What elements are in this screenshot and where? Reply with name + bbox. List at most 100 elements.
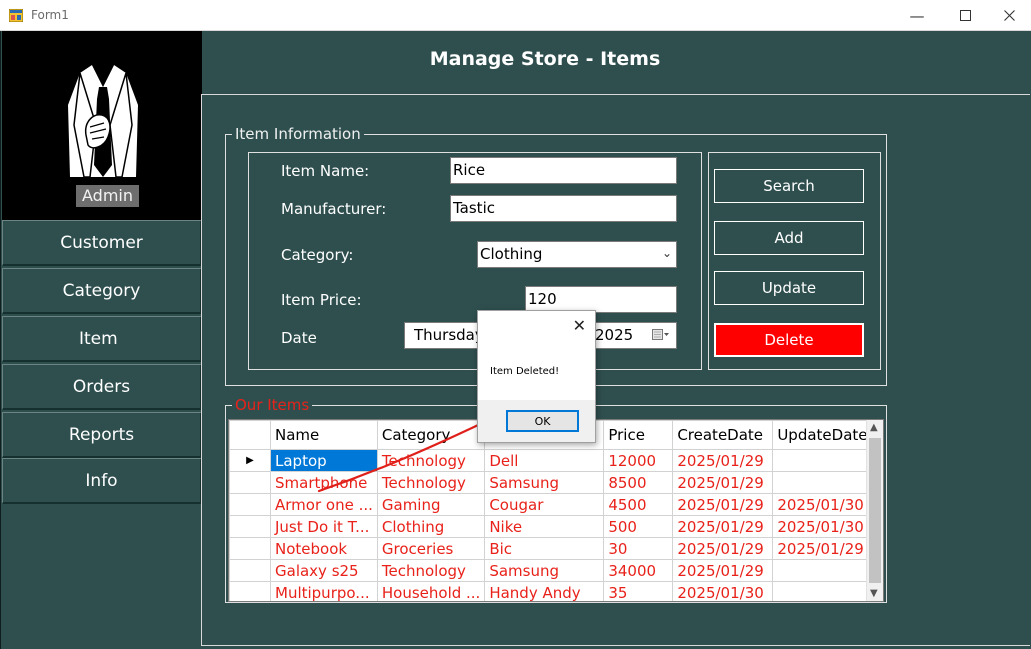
page-title: Manage Store - Items — [429, 48, 661, 70]
table-cell[interactable]: 2025/01/29 — [772, 537, 874, 560]
table-cell[interactable]: 2025/01/29 — [672, 493, 774, 516]
minimize-button[interactable]: — — [894, 0, 940, 31]
table-cell[interactable]: 4500 — [603, 493, 674, 516]
table-cell[interactable]: 2025/01/30 — [772, 493, 874, 516]
delete-button[interactable]: Delete — [714, 323, 864, 357]
table-cell[interactable]: Technology — [376, 559, 486, 582]
table-cell[interactable]: Clothing — [376, 515, 486, 538]
sidebar-item-category[interactable]: Category — [2, 268, 202, 314]
row-selector[interactable] — [229, 471, 271, 494]
column-header-createdate[interactable]: CreateDate — [672, 420, 774, 450]
table-cell[interactable]: Gaming — [376, 493, 486, 516]
table-row[interactable]: ▶ Laptop Technology Dell 12000 2025/01/2… — [229, 449, 874, 472]
table-cell[interactable] — [772, 449, 874, 472]
column-header-price[interactable]: Price — [603, 420, 674, 450]
table-row[interactable]: Multipurpo... Household ... Handy Andy 3… — [229, 581, 874, 601]
table-cell[interactable] — [772, 581, 874, 601]
table-cell[interactable]: Laptop — [270, 449, 378, 472]
table-cell[interactable]: 30 — [603, 537, 674, 560]
table-cell[interactable]: Multipurpo... — [270, 581, 378, 601]
table-cell[interactable]: 34000 — [603, 559, 674, 582]
table-cell[interactable]: 2025/01/30 — [772, 515, 874, 538]
table-cell[interactable]: Dell — [484, 449, 605, 472]
grid-vertical-scrollbar[interactable]: ▲ ▼ — [866, 420, 883, 601]
column-header-category[interactable]: Category — [376, 420, 486, 450]
sidebar-item-label: Item — [79, 328, 118, 349]
scroll-down-arrow-icon[interactable]: ▼ — [870, 588, 878, 599]
scroll-up-arrow-icon[interactable]: ▲ — [870, 422, 878, 433]
sidebar-item-info[interactable]: Info — [2, 458, 202, 504]
ok-button[interactable]: OK — [506, 410, 579, 432]
table-cell[interactable]: 500 — [603, 515, 674, 538]
row-selector[interactable]: ▶ — [229, 449, 271, 472]
table-cell[interactable]: 2025/01/29 — [672, 449, 774, 472]
item-price-label: Item Price: — [281, 291, 362, 309]
sidebar-item-orders[interactable]: Orders — [2, 364, 202, 410]
table-cell[interactable]: 12000 — [603, 449, 674, 472]
row-selector[interactable] — [229, 559, 271, 582]
table-cell[interactable]: Bic — [484, 537, 605, 560]
row-selector[interactable] — [229, 581, 271, 601]
table-cell[interactable]: Samsung — [484, 471, 605, 494]
table-row[interactable]: Notebook Groceries Bic 30 2025/01/29 202… — [229, 537, 874, 560]
table-row[interactable]: Smartphone Technology Samsung 8500 2025/… — [229, 471, 874, 494]
category-label: Category: — [281, 246, 354, 264]
table-cell[interactable] — [772, 471, 874, 494]
table-cell[interactable]: Just Do it T... — [270, 515, 378, 538]
sidebar-item-label: Reports — [68, 424, 135, 445]
table-cell[interactable]: Smartphone — [270, 471, 378, 494]
table-cell[interactable]: Groceries — [376, 537, 486, 560]
sidebar-item-customer[interactable]: Customer — [2, 220, 202, 266]
row-selector[interactable] — [229, 537, 271, 560]
table-cell[interactable]: Nike — [484, 515, 605, 538]
table-cell[interactable]: 2025/01/30 — [672, 581, 774, 601]
table-row[interactable]: Just Do it T... Clothing Nike 500 2025/0… — [229, 515, 874, 538]
table-cell[interactable]: 8500 — [603, 471, 674, 494]
add-button[interactable]: Add — [714, 221, 864, 255]
calendar-dropdown-icon[interactable] — [652, 329, 670, 341]
manufacturer-field[interactable]: Tastic — [450, 195, 677, 222]
column-header-name[interactable]: Name — [270, 420, 378, 450]
admin-role-label: Admin — [76, 185, 139, 207]
table-cell[interactable]: Handy Andy — [484, 581, 605, 601]
table-cell[interactable]: Technology — [376, 471, 486, 494]
sidebar-item-reports[interactable]: Reports — [2, 412, 202, 458]
dialog-close-icon[interactable]: ✕ — [573, 316, 586, 335]
table-cell[interactable]: Notebook — [270, 537, 378, 560]
table-cell[interactable]: 2025/01/29 — [672, 515, 774, 538]
row-selector[interactable] — [229, 515, 271, 538]
table-cell[interactable]: Samsung — [484, 559, 605, 582]
maximize-icon — [959, 10, 971, 21]
table-cell[interactable]: Technology — [376, 449, 486, 472]
item-name-field[interactable]: Rice — [450, 157, 677, 184]
minimize-icon: — — [909, 6, 925, 25]
sidebar-item-item[interactable]: Item — [2, 316, 202, 362]
table-cell[interactable]: Cougar — [484, 493, 605, 516]
update-button[interactable]: Update — [714, 271, 864, 305]
close-window-button[interactable] — [986, 0, 1031, 31]
scrollbar-thumb[interactable] — [869, 438, 881, 583]
table-cell[interactable]: 2025/01/29 — [672, 537, 774, 560]
table-cell[interactable]: Galaxy s25 — [270, 559, 378, 582]
table-cell[interactable]: 2025/01/29 — [672, 559, 774, 582]
table-cell[interactable]: Armor one ... — [270, 493, 378, 516]
search-button[interactable]: Search — [714, 169, 864, 203]
table-cell[interactable]: 2025/01/29 — [672, 471, 774, 494]
search-button-label: Search — [763, 177, 815, 195]
table-row[interactable]: Armor one ... Gaming Cougar 4500 2025/01… — [229, 493, 874, 516]
delete-button-label: Delete — [764, 331, 814, 349]
dialog-message: Item Deleted! — [490, 366, 560, 377]
maximize-button[interactable] — [942, 0, 988, 31]
our-items-legend: Our Items — [232, 396, 313, 414]
item-price-field[interactable]: 120 — [525, 286, 677, 313]
table-cell[interactable] — [772, 559, 874, 582]
close-icon — [1003, 10, 1015, 21]
items-data-grid[interactable]: Name Category Price CreateDate UpdateDat… — [228, 419, 884, 602]
category-select[interactable]: Clothing ⌄ — [477, 241, 677, 268]
table-cell[interactable]: Household ... — [376, 581, 486, 601]
column-header-updatedate[interactable]: UpdateDate — [772, 420, 874, 450]
table-row[interactable]: Galaxy s25 Technology Samsung 34000 2025… — [229, 559, 874, 582]
table-cell[interactable]: 35 — [603, 581, 674, 601]
row-selector[interactable] — [229, 493, 271, 516]
form-app-icon — [9, 9, 23, 22]
